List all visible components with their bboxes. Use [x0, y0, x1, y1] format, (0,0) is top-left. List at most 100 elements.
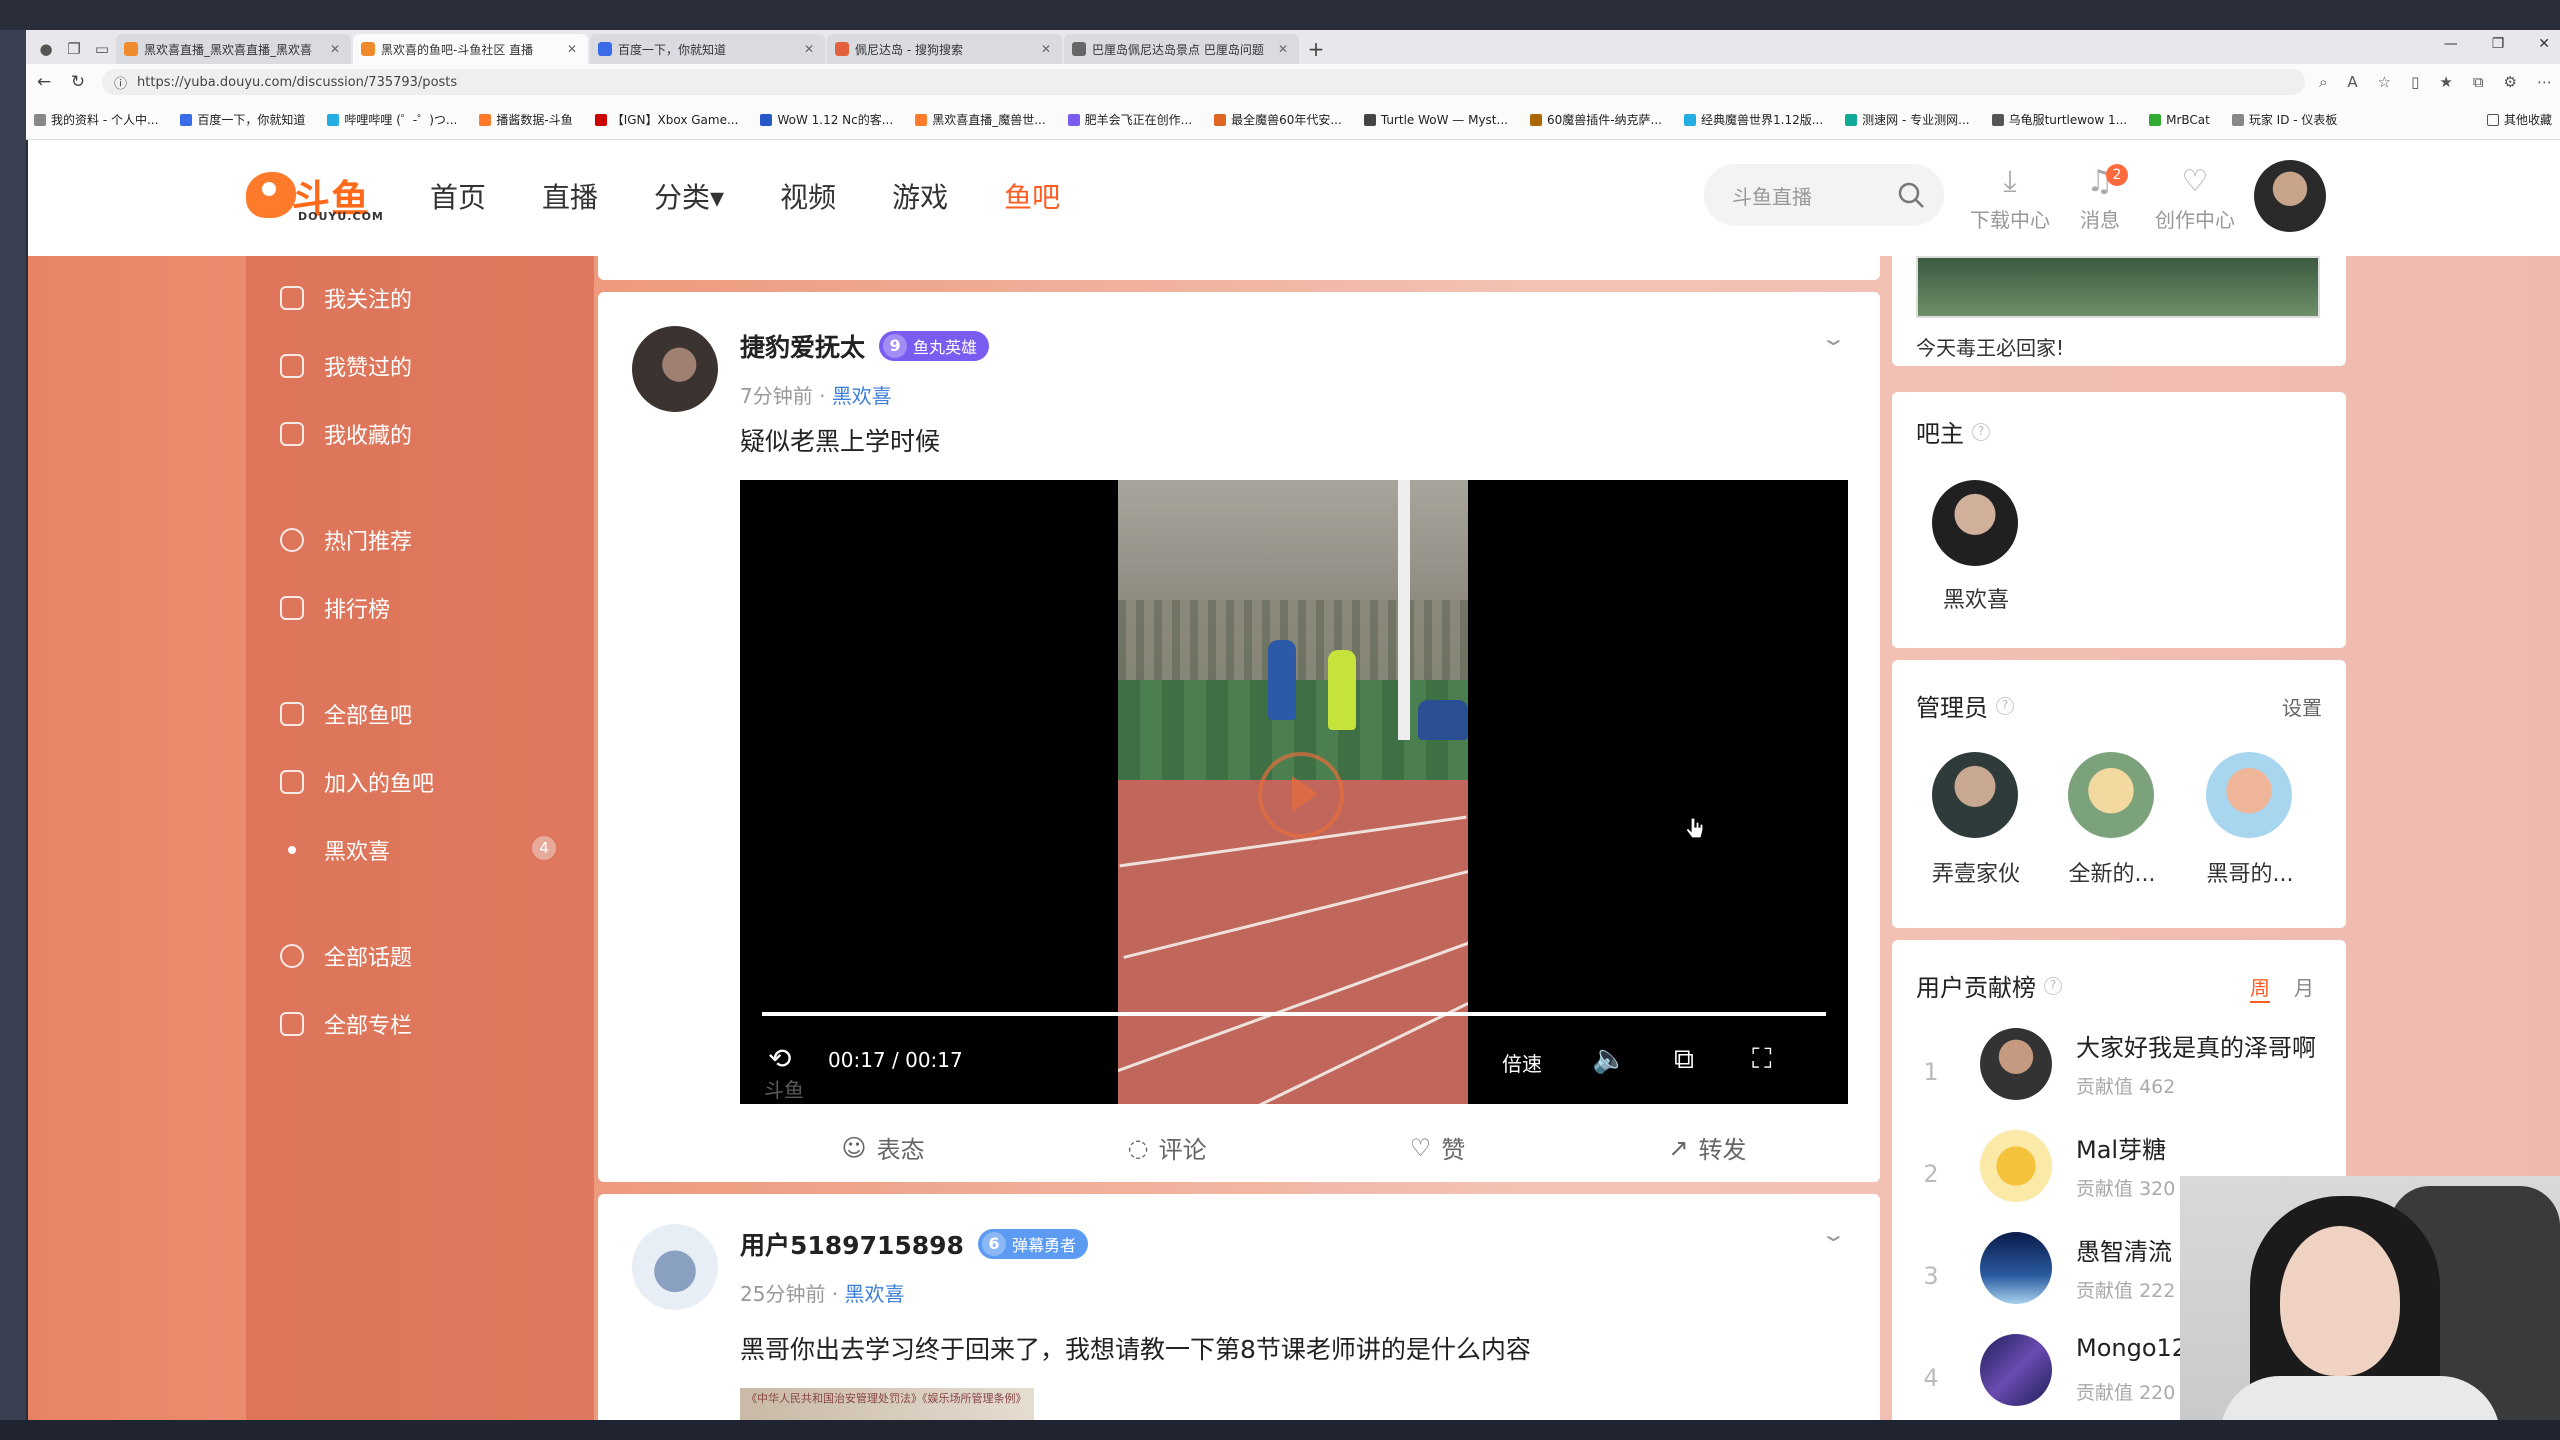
- admins-settings-link[interactable]: 设置: [2282, 692, 2322, 721]
- owner-name[interactable]: 黑欢喜: [1906, 582, 2046, 614]
- close-icon[interactable]: ✕: [1275, 42, 1291, 56]
- tab-actions-icon[interactable]: ▭: [88, 34, 116, 64]
- search-icon[interactable]: [1896, 180, 1926, 210]
- close-icon[interactable]: ✕: [801, 42, 817, 56]
- admin-name[interactable]: 全新的...: [2042, 856, 2182, 888]
- post-author-avatar[interactable]: [632, 1224, 718, 1310]
- browser-tab-active[interactable]: 黑欢喜的鱼吧-斗鱼社区 直播 ✕: [353, 34, 588, 64]
- bookmark[interactable]: 肥羊会飞正在创作...: [1067, 111, 1192, 128]
- more-icon[interactable]: ⋯: [2537, 73, 2552, 91]
- read-aloud-icon[interactable]: A: [2347, 73, 2357, 91]
- admin-name[interactable]: 黑哥的...: [2180, 856, 2320, 888]
- browser-tab[interactable]: 百度一下，你就知道 ✕: [590, 34, 825, 64]
- zoom-icon[interactable]: ⌕: [2319, 73, 2327, 91]
- nav-games[interactable]: 游戏: [892, 176, 948, 216]
- user-avatar[interactable]: [2254, 160, 2326, 232]
- browser-tab[interactable]: 黑欢喜直播_黑欢喜直播_黑欢喜 ✕: [116, 34, 351, 64]
- playback-speed-button[interactable]: 倍速: [1502, 1048, 1542, 1077]
- bookmark[interactable]: 经典魔兽世界1.12版...: [1684, 111, 1823, 128]
- close-icon[interactable]: ✕: [564, 42, 580, 56]
- chevron-down-icon[interactable]: ⌄: [1820, 1222, 1847, 1246]
- share-button[interactable]: ↗ 转发: [1668, 1130, 1746, 1165]
- video-player[interactable]: ⟲ 00:17 / 00:17 倍速 🔈 ⧉ ⛶ 斗鱼: [740, 480, 1848, 1104]
- close-icon[interactable]: ✕: [1038, 42, 1054, 56]
- refresh-icon[interactable]: ↻: [68, 72, 88, 92]
- sidebar-item-all-columns[interactable]: 全部专栏: [280, 1008, 412, 1040]
- bookmark[interactable]: Turtle WoW — Myst...: [1363, 113, 1508, 127]
- contributor-row[interactable]: 1 大家好我是真的泽哥啊 贡献值 462: [1916, 1028, 2336, 1118]
- new-tab-button[interactable]: +: [1301, 34, 1331, 64]
- volume-icon[interactable]: 🔈: [1592, 1042, 1627, 1075]
- video-progress-bar[interactable]: [762, 1012, 1826, 1016]
- help-icon[interactable]: ?: [2044, 976, 2062, 995]
- extensions-icon[interactable]: ⚙: [2504, 73, 2517, 91]
- admin-avatar[interactable]: [2068, 752, 2154, 838]
- admin-name[interactable]: 弄壹家伙: [1906, 856, 2046, 888]
- minimize-icon[interactable]: —: [2444, 36, 2458, 52]
- collections-icon[interactable]: ⧉: [2473, 73, 2484, 91]
- help-icon[interactable]: ?: [1972, 422, 1990, 441]
- comment-button[interactable]: ◌ 评论: [1128, 1130, 1207, 1165]
- post-author-name[interactable]: 用户5189715898: [740, 1226, 964, 1262]
- search-input[interactable]: 斗鱼直播: [1732, 181, 1812, 210]
- post-author-name[interactable]: 捷豹爱抚太: [740, 328, 865, 364]
- nav-live[interactable]: 直播: [542, 176, 598, 216]
- bookmark[interactable]: 百度一下，你就知道: [180, 111, 305, 128]
- admin-avatar[interactable]: [1932, 752, 2018, 838]
- bookmark[interactable]: 哔哩哔哩 (゜-゜)つ...: [327, 111, 457, 128]
- bookmark[interactable]: 乌龟服turtlewow 1...: [1991, 111, 2127, 128]
- owner-avatar[interactable]: [1932, 480, 2018, 566]
- other-bookmarks[interactable]: 其他收藏: [2486, 111, 2552, 128]
- search-box[interactable]: 斗鱼直播: [1704, 164, 1944, 226]
- bookmark[interactable]: 播酱数据-斗鱼: [479, 111, 573, 128]
- sidebar-item-joined-yuba[interactable]: 加入的鱼吧: [280, 766, 434, 798]
- close-window-icon[interactable]: ✕: [2538, 36, 2550, 52]
- nav-home[interactable]: 首页: [430, 176, 486, 216]
- favorite-star-icon[interactable]: ☆: [2378, 73, 2391, 91]
- sidebar-item-favorites[interactable]: 我收藏的: [280, 418, 412, 450]
- bookmark[interactable]: 【IGN】Xbox Game...: [594, 111, 738, 128]
- browser-tab[interactable]: 佩尼达岛 - 搜狗搜索 ✕: [827, 34, 1062, 64]
- play-icon[interactable]: [1258, 752, 1344, 838]
- bookmark[interactable]: 黑欢喜直播_魔兽世...: [915, 111, 1046, 128]
- sidebar-item-all-yuba[interactable]: 全部鱼吧: [280, 698, 412, 730]
- fullscreen-icon[interactable]: ⛶: [1752, 1042, 1772, 1076]
- tab-month[interactable]: 月: [2294, 972, 2314, 1001]
- bookmark[interactable]: 最全魔兽60年代安...: [1214, 111, 1342, 128]
- bookmark[interactable]: WoW 1.12 Nc的客...: [760, 111, 893, 128]
- post-image[interactable]: 《中华人民共和国治安管理处罚法》《娱乐场所管理条例》: [740, 1388, 1034, 1420]
- bookmark[interactable]: 我的资料 - 个人中...: [34, 111, 158, 128]
- restore-icon[interactable]: ❐: [2492, 36, 2505, 52]
- sidebar-item-liked[interactable]: 我赞过的: [280, 350, 412, 382]
- address-bar[interactable]: ⓘ https://yuba.douyu.com/discussion/7357…: [102, 69, 2305, 95]
- douyu-logo[interactable]: 斗鱼 DOUYU.COM: [246, 168, 386, 224]
- close-icon[interactable]: ✕: [327, 42, 343, 56]
- like-button[interactable]: ♡ 赞: [1410, 1130, 1466, 1165]
- sidebar-item-all-topics[interactable]: 全部话题: [280, 940, 412, 972]
- admin-avatar[interactable]: [2206, 752, 2292, 838]
- sidebar-item-following[interactable]: 我关注的: [280, 282, 412, 314]
- announcement-image[interactable]: [1916, 256, 2320, 318]
- chevron-down-icon[interactable]: ⌄: [1820, 326, 1847, 350]
- browser-tab[interactable]: 巴厘岛佩尼达岛景点 巴厘岛问题 ✕: [1064, 34, 1299, 64]
- bookmark[interactable]: 测速网 - 专业测网...: [1845, 111, 1970, 128]
- nav-category[interactable]: 分类▾: [654, 176, 724, 216]
- creator-center-button[interactable]: ♡ 创作中心: [2150, 160, 2240, 233]
- bookmark[interactable]: 玩家 ID - 仪表板: [2231, 111, 2337, 128]
- post-author-avatar[interactable]: [632, 326, 718, 412]
- react-button[interactable]: ☺ 表态: [842, 1130, 925, 1165]
- tab-week[interactable]: 周: [2250, 972, 2270, 1003]
- sidebar-item-hot[interactable]: 热门推荐: [280, 524, 412, 556]
- download-center-button[interactable]: ⤓ 下载中心: [1970, 160, 2050, 233]
- nav-yuba[interactable]: 鱼吧: [1004, 176, 1060, 216]
- collections-icon[interactable]: ❐: [60, 34, 88, 64]
- profile-icon[interactable]: ●: [32, 34, 60, 64]
- bookmark[interactable]: 60魔兽插件-纳克萨...: [1529, 111, 1662, 128]
- sidebar-item-ranking[interactable]: 排行榜: [280, 592, 390, 624]
- sidebar-item-heihuanxi[interactable]: 黑欢喜: [280, 834, 390, 866]
- favorites-icon[interactable]: ★: [2439, 73, 2452, 91]
- messages-button[interactable]: ♫ 2 消息: [2060, 160, 2140, 233]
- picture-in-picture-icon[interactable]: ⧉: [1674, 1042, 1694, 1076]
- nav-video[interactable]: 视频: [780, 176, 836, 216]
- info-icon[interactable]: ⓘ: [114, 73, 127, 92]
